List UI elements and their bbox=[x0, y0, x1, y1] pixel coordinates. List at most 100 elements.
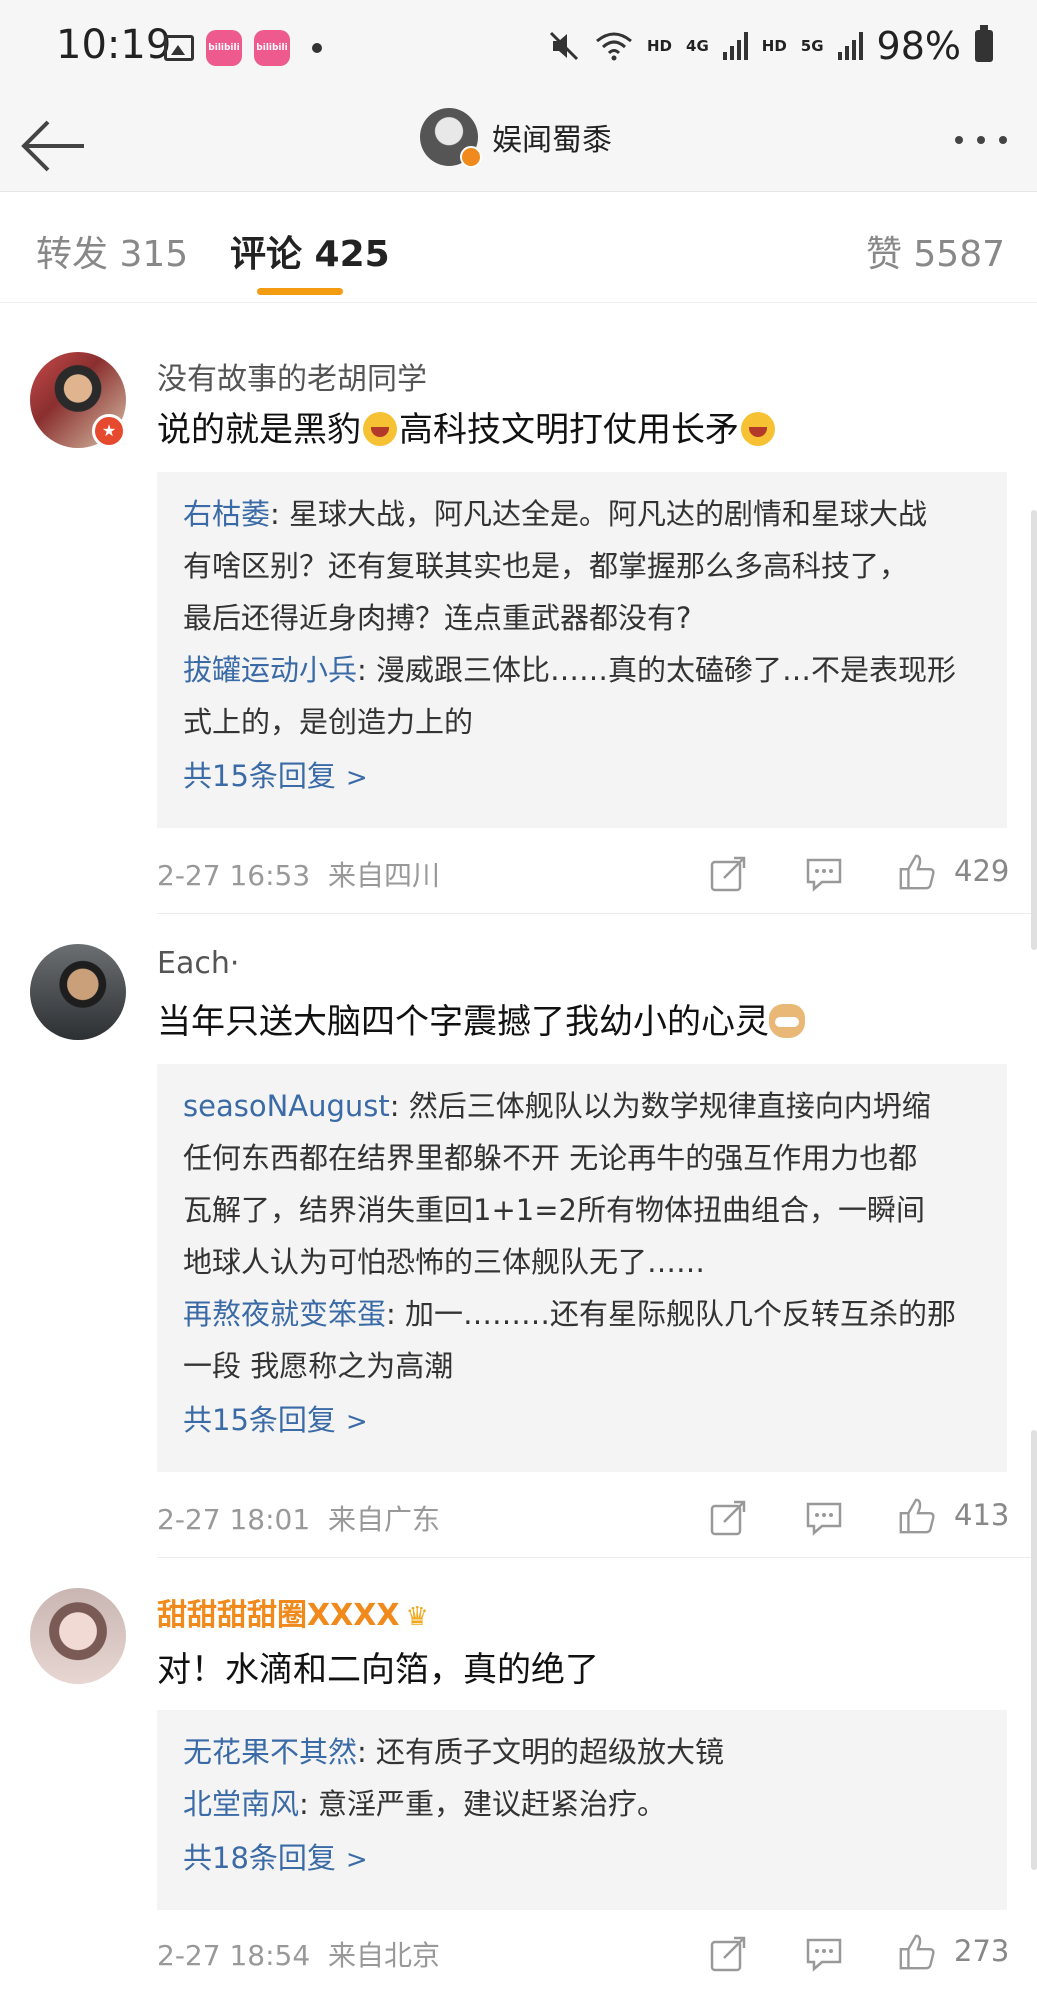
comment-username[interactable]: 甜甜甜甜圈XXXX ♛ bbox=[157, 1590, 429, 1634]
like-thumb-icon[interactable] bbox=[896, 1496, 938, 1536]
reply-text: 还有质子文明的超级放大镜 bbox=[376, 1735, 725, 1769]
network-label-5g: 5G bbox=[800, 37, 824, 55]
status-bar: 10:19 bilibili bilibili HD 4G HD 5G 98% bbox=[0, 0, 1037, 100]
view-all-replies-link[interactable]: 共15条回复 > bbox=[183, 750, 981, 804]
back-arrow-icon bbox=[21, 120, 84, 172]
reply-item: 拔罐运动小兵: 漫威跟三体比……真的太磕碜了…不是表现形 bbox=[183, 653, 957, 687]
comment-time: 2-27 16:53 bbox=[157, 859, 311, 892]
comment-text: 对！水滴和二向箔，真的绝了 bbox=[157, 1650, 599, 1690]
account-name[interactable]: 娱闻蜀黍 bbox=[492, 115, 612, 159]
bilibili-app-icon: bilibili bbox=[206, 30, 242, 66]
reply-item: 北堂南风: 意淫严重，建议赶紧治疗。 bbox=[183, 1787, 667, 1821]
back-button[interactable] bbox=[20, 116, 90, 176]
comment-text: 说的就是黑豹 高科技文明打仗用长矛 bbox=[157, 402, 777, 451]
reply-item: 无花果不其然: 还有质子文明的超级放大镜 bbox=[183, 1735, 725, 1769]
battery-percent: 98% bbox=[876, 24, 961, 68]
status-right-icons: HD 4G HD 5G 98% bbox=[547, 24, 993, 68]
account-avatar[interactable] bbox=[420, 108, 482, 168]
comment-text-part: 说的就是黑豹 bbox=[157, 410, 361, 450]
reply-text-line: 任何东西都在结界里都躲不开 无论再牛的强互作用力也都 bbox=[183, 1141, 918, 1175]
comment-item: 甜甜甜甜圈XXXX ♛ 对！水滴和二向箔，真的绝了 无花果不其然: 还有质子文明的… bbox=[0, 1558, 1037, 2000]
network-label-4g: 4G bbox=[686, 37, 709, 55]
reply-text-line: 最后还得近身肉搏？连点重武器都没有? bbox=[183, 601, 692, 635]
signal-bars-icon-2 bbox=[837, 32, 863, 60]
verified-badge-icon: ★ bbox=[92, 414, 126, 448]
network-label-hd-2: HD bbox=[761, 37, 787, 55]
reply-comment-icon[interactable] bbox=[804, 1498, 844, 1538]
laugh-emoji-icon bbox=[363, 412, 397, 446]
reply-item: 右枯萎: 星球大战，阿凡达全是。阿凡达的剧情和星球大战 bbox=[183, 497, 928, 531]
nav-bar: 娱闻蜀黍 bbox=[0, 100, 1037, 192]
crown-icon: ♛ bbox=[405, 1602, 429, 1632]
status-time: 10:19 bbox=[56, 22, 172, 68]
like-thumb-icon[interactable] bbox=[896, 1932, 938, 1972]
tab-repost[interactable]: 转发 315 bbox=[36, 225, 188, 277]
comment-text: 当年只送大脑四个字震撼了我幼小的心灵 bbox=[157, 994, 805, 1043]
chevron-right-icon: > bbox=[345, 763, 368, 793]
verified-badge-icon bbox=[460, 146, 482, 168]
wifi-icon bbox=[596, 32, 632, 61]
tab-comment[interactable]: 评论 425 bbox=[230, 225, 390, 277]
tab-likes[interactable]: 赞 5587 bbox=[866, 225, 1005, 277]
dot-icon bbox=[977, 136, 985, 144]
share-icon[interactable] bbox=[708, 1498, 748, 1538]
reply-comment-icon[interactable] bbox=[804, 854, 844, 894]
active-tab-indicator bbox=[257, 288, 343, 295]
reply-text-line: 有啥区别？还有复联其实也是，都掌握那么多高科技了， bbox=[183, 549, 909, 583]
like-thumb-icon[interactable] bbox=[896, 852, 938, 892]
share-icon[interactable] bbox=[708, 854, 748, 894]
comment-text-part-2: 高科技文明打仗用长矛 bbox=[399, 410, 739, 450]
comment-item: ★ 没有故事的老胡同学 说的就是黑豹 高科技文明打仗用长矛 右枯萎: 星球大战，阿… bbox=[0, 322, 1037, 914]
like-count: 429 bbox=[954, 854, 1010, 888]
reply-item: 再熬夜就变笨蛋: 加一………还有星际舰队几个反转互杀的那 bbox=[183, 1297, 957, 1331]
comment-username[interactable]: 没有故事的老胡同学 bbox=[157, 354, 427, 398]
laugh-emoji-icon bbox=[741, 412, 775, 446]
mute-icon bbox=[549, 31, 579, 61]
comment-meta: 2-27 18:01 来自广东 bbox=[157, 1498, 440, 1538]
comment-location: 来自四川 bbox=[327, 859, 440, 892]
comment-meta: 2-27 16:53 来自四川 bbox=[157, 854, 440, 894]
reply-username[interactable]: seasoNAugust bbox=[183, 1089, 390, 1123]
notification-icons: bilibili bilibili bbox=[164, 30, 322, 66]
account-header[interactable]: 娱闻蜀黍 bbox=[420, 108, 612, 168]
reply-text: 漫威跟三体比……真的太磕碜了…不是表现形 bbox=[376, 653, 957, 687]
reply-text-line: 地球人认为可怕恐怖的三体舰队无了…… bbox=[183, 1245, 706, 1279]
reply-username[interactable]: 北堂南风 bbox=[183, 1787, 299, 1821]
signal-bars-icon bbox=[722, 32, 748, 60]
dot-icon bbox=[999, 136, 1007, 144]
section-gap bbox=[0, 304, 1037, 322]
replies-preview[interactable]: 右枯萎: 星球大战，阿凡达全是。阿凡达的剧情和星球大战 有啥区别？还有复联其实也… bbox=[157, 472, 1007, 828]
user-avatar[interactable] bbox=[30, 944, 126, 1040]
replies-preview[interactable]: seasoNAugust: 然后三体舰队以为数学规律直接向内坍缩 任何东西都在结… bbox=[157, 1064, 1007, 1472]
chevron-right-icon: > bbox=[345, 1407, 368, 1437]
comment-username[interactable]: Each· bbox=[157, 946, 239, 981]
user-avatar[interactable] bbox=[30, 1588, 126, 1684]
view-all-replies-link[interactable]: 共18条回复 > bbox=[183, 1832, 981, 1886]
image-notification-icon bbox=[164, 35, 194, 61]
view-all-replies-link[interactable]: 共15条回复 > bbox=[183, 1394, 981, 1448]
reply-text-line: 一段 我愿称之为高潮 bbox=[183, 1349, 454, 1383]
comment-item: Each· 当年只送大脑四个字震撼了我幼小的心灵 seasoNAugust: 然… bbox=[0, 914, 1037, 1558]
like-count: 273 bbox=[954, 1934, 1010, 1968]
battery-icon bbox=[975, 25, 993, 62]
comment-time: 2-27 18:54 bbox=[157, 1939, 311, 1972]
reply-username[interactable]: 拔罐运动小兵 bbox=[183, 653, 357, 687]
reply-username[interactable]: 再熬夜就变笨蛋 bbox=[183, 1297, 386, 1331]
share-icon[interactable] bbox=[708, 1934, 748, 1974]
reply-item: seasoNAugust: 然后三体舰队以为数学规律直接向内坍缩 bbox=[183, 1089, 931, 1123]
dot-icon bbox=[955, 136, 963, 144]
cat-emoji-icon bbox=[769, 1004, 805, 1038]
replies-preview[interactable]: 无花果不其然: 还有质子文明的超级放大镜 北堂南风: 意淫严重，建议赶紧治疗。 … bbox=[157, 1710, 1007, 1910]
scrollbar-track-2[interactable] bbox=[1031, 1430, 1037, 1870]
reply-text: 然后三体舰队以为数学规律直接向内坍缩 bbox=[408, 1089, 931, 1123]
network-label-hd: HD bbox=[647, 37, 673, 55]
more-notifications-dot-icon bbox=[312, 43, 322, 53]
reply-comment-icon[interactable] bbox=[804, 1934, 844, 1974]
reply-text-line: 式上的，是创造力上的 bbox=[183, 705, 474, 739]
reply-username[interactable]: 无花果不其然 bbox=[183, 1735, 357, 1769]
bilibili-app-icon-2: bilibili bbox=[254, 30, 290, 66]
more-options-button[interactable] bbox=[955, 136, 1007, 144]
reply-username[interactable]: 右枯萎 bbox=[183, 497, 270, 531]
comment-text-part: 当年只送大脑四个字震撼了我幼小的心灵 bbox=[157, 1002, 769, 1042]
scrollbar-track[interactable] bbox=[1031, 510, 1037, 950]
